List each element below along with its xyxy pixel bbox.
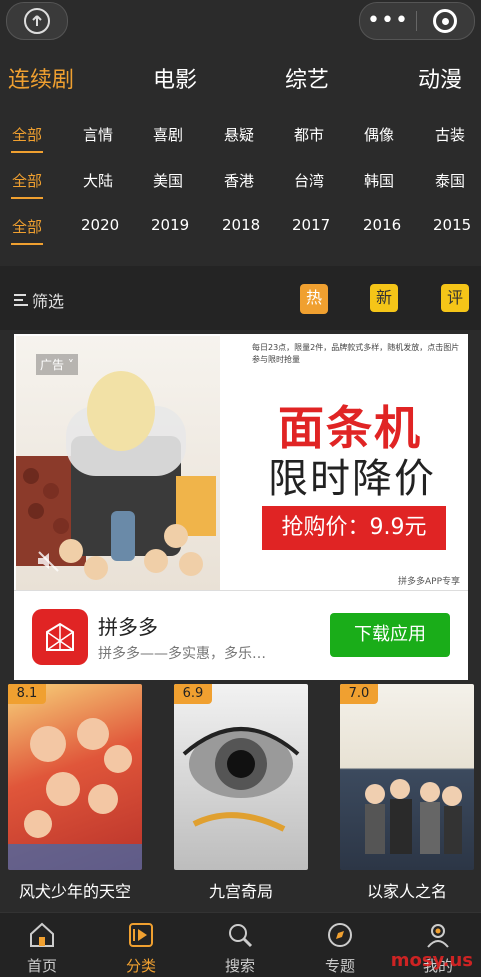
- mini-program-capsule: •••: [359, 2, 475, 40]
- show-card[interactable]: 6.9 九宫奇局: [174, 684, 308, 902]
- year-filter-item[interactable]: 2019: [151, 216, 189, 234]
- tab-home-label: 首页: [26, 957, 57, 975]
- region-filter-item[interactable]: 韩国: [364, 170, 394, 191]
- sort-bar: 筛选 热 新 评: [0, 266, 481, 330]
- rating-badge: 8.1: [8, 684, 46, 704]
- ad-label[interactable]: 广告 ˅: [36, 354, 78, 375]
- show-card[interactable]: 7.0 以家人之名: [340, 684, 474, 902]
- play-list-icon: [127, 921, 155, 949]
- show-title[interactable]: 风犬少年的天空: [8, 878, 142, 902]
- user-icon: [424, 921, 452, 949]
- filter-lines-icon: [14, 294, 28, 306]
- region-filter-item[interactable]: 泰国: [435, 170, 465, 191]
- tab-topics-label: 专题: [324, 957, 355, 975]
- ad-footer: 拼多多APP专享: [397, 577, 460, 587]
- mute-icon[interactable]: [36, 550, 62, 572]
- sort-new-button[interactable]: 新: [370, 284, 398, 312]
- genre-filter-item[interactable]: 古装: [435, 124, 465, 145]
- ad-topline: 每日23点，限量2件，品牌款式多样，随机发放，点击图片参与限时抢量: [252, 343, 460, 364]
- year-filter-item[interactable]: 2018: [222, 216, 260, 234]
- ad-image[interactable]: 广告 ˅ 每日23点，限量2件，品牌款式多样，随机发放，点击图片参与限时抢量 面…: [16, 336, 468, 590]
- region-filter-item[interactable]: 台湾: [294, 170, 324, 191]
- top-bar: •••: [0, 0, 481, 44]
- share-button[interactable]: [6, 2, 68, 40]
- region-filter-item[interactable]: 美国: [153, 170, 183, 191]
- ad-app-row: 拼多多 拼多多——多实惠，多乐… 下载应用: [14, 590, 468, 681]
- region-filter-item[interactable]: 大陆: [83, 170, 113, 191]
- genre-filter-row: 全部 言情 喜剧 悬疑 都市 偶像 古装: [0, 116, 481, 156]
- target-icon: [433, 9, 457, 33]
- tab-movie[interactable]: 电影: [153, 62, 197, 94]
- ad-price: 抢购价：9.9元: [262, 506, 446, 550]
- more-button[interactable]: •••: [360, 3, 416, 39]
- compass-icon: [326, 921, 354, 949]
- tab-category[interactable]: 分类: [101, 921, 181, 976]
- filter-button[interactable]: 筛选: [14, 288, 64, 312]
- category-tabs: 连续剧 电影 综艺 动漫: [0, 62, 481, 106]
- share-up-arrow-icon: [24, 8, 50, 34]
- tab-home[interactable]: 首页: [2, 921, 82, 976]
- genre-filter-item[interactable]: 言情: [83, 124, 113, 145]
- filter-label: 筛选: [32, 292, 65, 311]
- poster-image[interactable]: 6.9: [174, 684, 308, 870]
- ad-subtitle: 限时降价: [268, 456, 436, 502]
- tab-search[interactable]: 搜索: [200, 921, 280, 976]
- region-filter-item[interactable]: 香港: [224, 170, 254, 191]
- genre-filter-item[interactable]: 喜剧: [153, 124, 183, 145]
- download-app-button[interactable]: 下载应用: [330, 613, 450, 657]
- sort-rated-button[interactable]: 评: [441, 284, 469, 312]
- tab-search-label: 搜索: [224, 957, 255, 975]
- tab-category-label: 分类: [125, 957, 156, 975]
- tab-variety[interactable]: 综艺: [285, 62, 329, 94]
- close-button[interactable]: [417, 9, 473, 33]
- home-icon: [28, 921, 56, 949]
- rating-badge: 6.9: [174, 684, 212, 704]
- year-filter-row: 全部 2020 2019 2018 2017 2016 2015: [0, 208, 481, 248]
- poster-image[interactable]: 7.0: [340, 684, 474, 870]
- pinduoduo-logo-icon: [32, 609, 88, 665]
- show-card[interactable]: 8.1 风犬少年的天空: [8, 684, 142, 902]
- genre-filter-item[interactable]: 全部: [10, 124, 44, 153]
- genre-filter-item[interactable]: 都市: [294, 124, 324, 145]
- region-filter-item[interactable]: 全部: [10, 170, 44, 199]
- show-title[interactable]: 九宫奇局: [174, 878, 308, 902]
- year-filter-item[interactable]: 2015: [433, 216, 471, 234]
- poster-image[interactable]: 8.1: [8, 684, 142, 870]
- search-icon: [226, 921, 254, 949]
- year-filter-item[interactable]: 2017: [292, 216, 330, 234]
- watermark: mosy.us: [390, 950, 473, 971]
- year-filter-item[interactable]: 2020: [81, 216, 119, 234]
- genre-filter-item[interactable]: 悬疑: [224, 124, 254, 145]
- year-filter-item[interactable]: 2016: [363, 216, 401, 234]
- tab-series[interactable]: 连续剧: [8, 62, 74, 94]
- sort-hot-button[interactable]: 热: [300, 284, 328, 314]
- rating-badge: 7.0: [340, 684, 378, 704]
- ad-banner[interactable]: 广告 ˅ 每日23点，限量2件，品牌款式多样，随机发放，点击图片参与限时抢量 面…: [14, 334, 468, 680]
- year-filter-item[interactable]: 全部: [10, 216, 44, 245]
- app-description: 拼多多——多实惠，多乐…: [98, 646, 266, 662]
- genre-filter-item[interactable]: 偶像: [364, 124, 394, 145]
- show-title[interactable]: 以家人之名: [340, 878, 474, 902]
- app-name: 拼多多: [98, 615, 158, 639]
- bottom-tab-bar: 首页 分类 搜索 专题 我的 mosy.us: [0, 912, 481, 977]
- region-filter-row: 全部 大陆 美国 香港 台湾 韩国 泰国: [0, 162, 481, 202]
- tab-topics[interactable]: 专题: [300, 921, 380, 976]
- tab-anime[interactable]: 动漫: [418, 62, 462, 94]
